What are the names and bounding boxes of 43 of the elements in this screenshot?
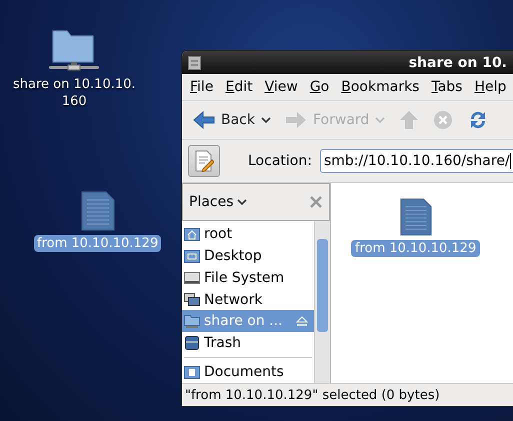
sidebar-item[interactable]: Documents [182,361,314,383]
network-folder-icon [184,314,200,328]
scrollbar[interactable] [314,221,330,383]
menu-item[interactable]: File [184,79,220,95]
close-icon[interactable] [309,195,323,209]
location-label: Location: [248,153,312,169]
back-button[interactable]: Back [188,107,276,133]
desktop-icon-label[interactable]: share on 10.10.10. 160 [10,76,139,110]
caret-icon [236,198,247,206]
sidebar-item[interactable]: Trash [182,332,314,354]
document-icon [80,190,116,232]
up-arrow-icon [399,110,420,130]
menu-item[interactable]: Bookmarks [335,79,426,95]
edit-location-button[interactable] [188,145,220,177]
back-arrow-icon [193,111,215,129]
menu-item[interactable]: Tabs [425,79,468,95]
stop-icon [433,110,454,130]
sidebar-item-label: Documents [204,364,284,380]
sidebar-item-label: Trash [204,335,241,352]
sidebar-item[interactable]: File System [182,266,314,289]
forward-arrow-icon [285,111,307,129]
window-menu-icon[interactable] [188,56,201,70]
drive-icon [184,270,200,285]
sidebar-item-label: Desktop [204,248,262,264]
network-icon [184,292,200,306]
places-dropdown[interactable]: Places [189,194,247,210]
note-pencil-icon [194,150,214,172]
menu-item[interactable]: Go [304,79,336,95]
menu-item[interactable]: View [258,79,304,95]
sidebar-item[interactable]: Desktop [182,244,314,267]
sidebar-item-label: root [204,226,232,242]
sidebar-item[interactable]: Network [182,288,314,310]
sidebar-item-label: share on ... [204,313,282,330]
location-field[interactable]: smb://10.10.10.160/share/ [320,149,513,173]
document-icon [398,197,433,237]
sidebar-item-label: Network [204,292,262,308]
eject-icon[interactable] [296,316,308,327]
sidebar-item[interactable]: root [182,223,314,245]
status-bar: "from 10.10.10.129" selected (0 bytes) [182,383,513,406]
menu-item[interactable]: Edit [219,79,259,95]
window-title: share on 10. [408,54,507,70]
sidebar-item-label: File System [204,270,284,286]
menu-item[interactable]: Help [468,79,512,95]
